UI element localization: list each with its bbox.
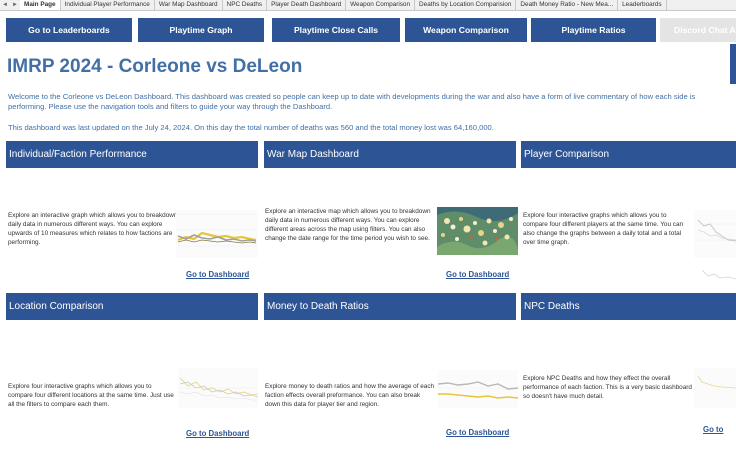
tab-main-page[interactable]: Main Page <box>20 0 61 10</box>
location-comparison-header: Location Comparison <box>6 293 258 320</box>
playtime-graph-button[interactable]: Playtime Graph <box>138 18 264 42</box>
go-to-leaderboards-button[interactable]: Go to Leaderboards <box>6 18 132 42</box>
war-map-header: War Map Dashboard <box>264 141 516 168</box>
weapon-comparison-button[interactable]: Weapon Comparison <box>405 18 527 42</box>
npc-deaths-dashboard-link[interactable]: Go to <box>703 425 723 434</box>
tab-individual-player-performance[interactable]: Individual Player Performance <box>61 0 155 10</box>
playtime-ratios-button[interactable]: Playtime Ratios <box>531 18 656 42</box>
money-death-ratios-header: Money to Death Ratios <box>264 293 516 320</box>
side-panel-edge <box>730 44 736 84</box>
npc-deaths-thumbnail <box>694 368 736 408</box>
tab-war-map-dashboard[interactable]: War Map Dashboard <box>155 0 223 10</box>
war-map-thumbnail <box>437 207 518 255</box>
war-map-description: Explore an interactive map which allows … <box>265 208 431 242</box>
individual-performance-dashboard-link[interactable]: Go to Dashboard <box>186 270 249 279</box>
money-death-ratios-dashboard-link[interactable]: Go to Dashboard <box>446 428 509 437</box>
tab-leaderboards[interactable]: Leaderboards <box>618 0 667 10</box>
player-comparison-thumbnail <box>694 210 736 258</box>
intro-text: Welcome to the Corleone vs DeLeon Dashbo… <box>8 92 696 111</box>
location-comparison-thumbnail <box>178 368 258 408</box>
tab-npc-deaths[interactable]: NPC Deaths <box>223 0 268 10</box>
tab-scroll-left-icon[interactable]: ◄ <box>0 0 10 10</box>
location-comparison-description: Explore four interactive graphs which al… <box>8 383 174 408</box>
individual-performance-header: Individual/Faction Performance <box>6 141 258 168</box>
page-bottom-edge <box>0 446 736 454</box>
individual-performance-description: Explore an interactive graph which allow… <box>8 212 178 246</box>
war-map-dashboard-link[interactable]: Go to Dashboard <box>446 270 509 279</box>
money-death-ratios-description: Explore money to death ratios and how th… <box>265 383 435 408</box>
last-updated-text: This dashboard was last updated on the J… <box>8 123 494 132</box>
tab-player-death-dashboard[interactable]: Player Death Dashboard <box>267 0 347 10</box>
tab-death-money-ratio[interactable]: Death Money Ratio - New Mea... <box>516 0 619 10</box>
player-comparison-link-area <box>700 266 736 282</box>
sheet-tab-bar: ◄ ► Main Page Individual Player Performa… <box>0 0 736 11</box>
money-death-ratios-thumbnail <box>438 370 518 408</box>
player-comparison-header: Player Comparison <box>521 141 736 168</box>
page-title: IMRP 2024 - Corleone vs DeLeon <box>7 56 303 77</box>
tab-deaths-by-location[interactable]: Deaths by Location Comparision <box>415 0 517 10</box>
discord-chat-analysis-button[interactable]: Discord Chat An... <box>660 18 736 42</box>
npc-deaths-header: NPC Deaths <box>521 293 736 320</box>
player-comparison-description: Explore four interactive graphs which al… <box>523 212 684 246</box>
npc-deaths-description: Explore NPC Deaths and how they effect t… <box>523 375 692 400</box>
playtime-close-calls-button[interactable]: Playtime Close Calls <box>272 18 400 42</box>
individual-performance-thumbnail <box>176 210 258 258</box>
tab-weapon-comparison[interactable]: Weapon Comparison <box>346 0 416 10</box>
tab-scroll-right-icon[interactable]: ► <box>10 0 20 10</box>
location-comparison-dashboard-link[interactable]: Go to Dashboard <box>186 429 249 438</box>
